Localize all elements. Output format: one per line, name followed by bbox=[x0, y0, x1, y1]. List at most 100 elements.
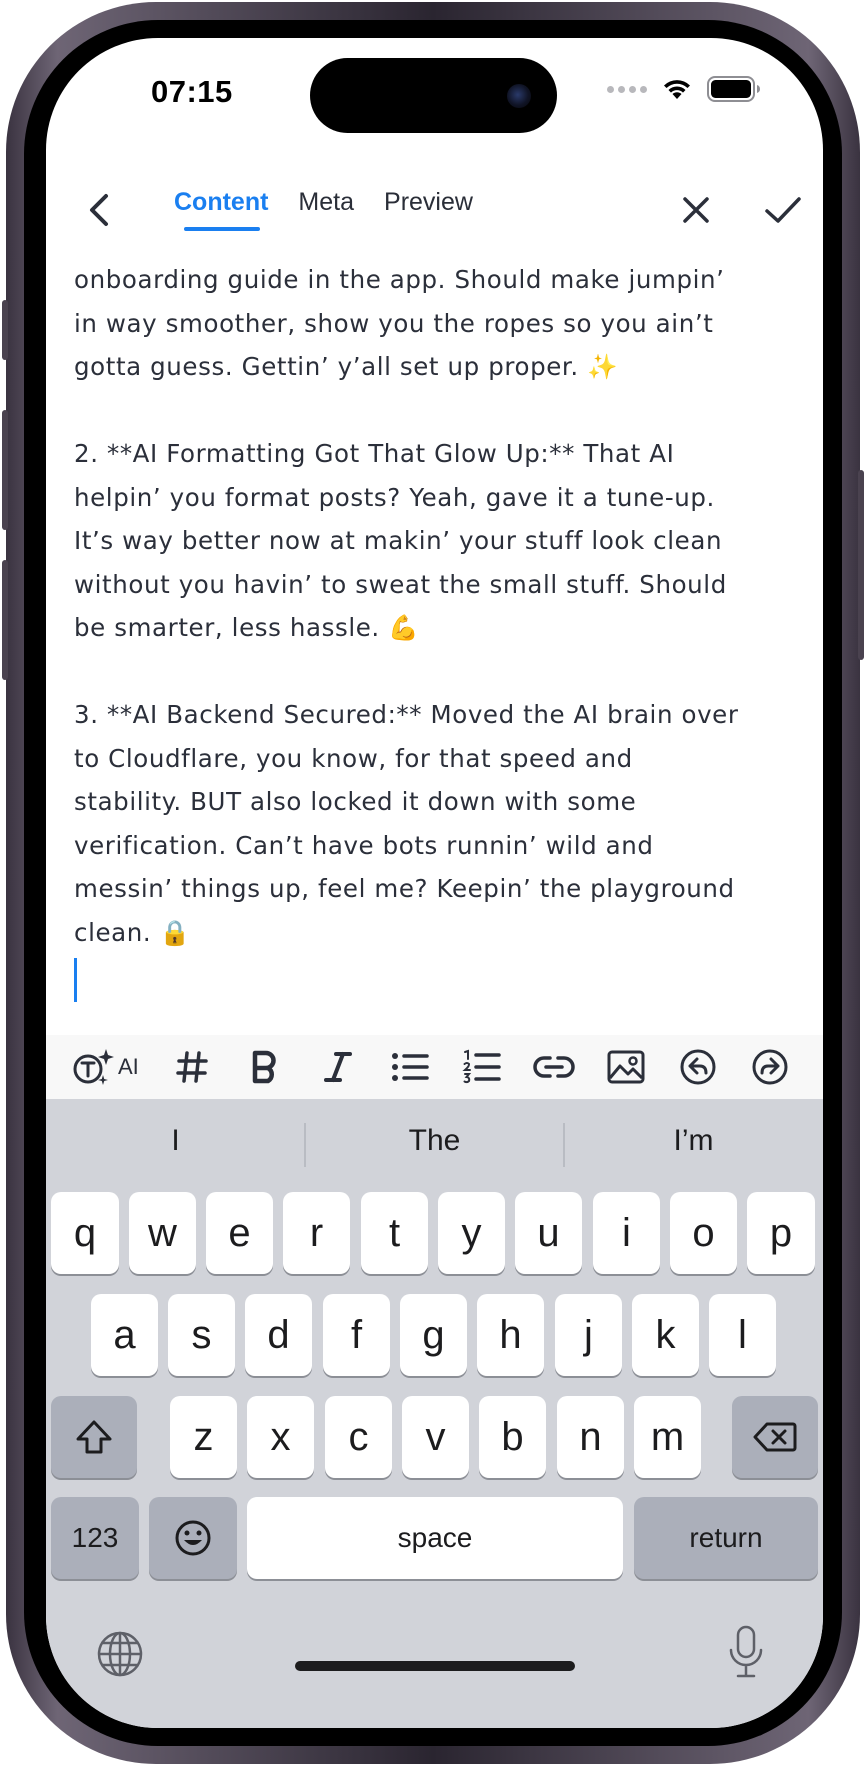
tab-meta[interactable]: Meta bbox=[298, 188, 354, 231]
return-key[interactable]: return bbox=[634, 1497, 818, 1579]
text-line: 3. **AI Backend Secured:** Moved the AI … bbox=[74, 700, 739, 729]
shift-key[interactable] bbox=[51, 1396, 137, 1478]
formatting-toolbar: AI bbox=[46, 1035, 823, 1099]
key-a[interactable]: a bbox=[91, 1294, 158, 1376]
key-t[interactable]: t bbox=[361, 1192, 428, 1274]
close-icon[interactable] bbox=[676, 190, 716, 230]
key-i[interactable]: i bbox=[593, 1192, 660, 1274]
key-e[interactable]: e bbox=[206, 1192, 273, 1274]
key-r[interactable]: r bbox=[283, 1192, 350, 1274]
link-icon bbox=[533, 1056, 575, 1078]
predictive-suggestions: I The I’m bbox=[46, 1111, 823, 1171]
shift-icon bbox=[76, 1420, 112, 1454]
numbers-key[interactable]: 123 bbox=[51, 1497, 139, 1579]
key-m[interactable]: m bbox=[634, 1396, 701, 1478]
undo-button[interactable] bbox=[676, 1047, 720, 1087]
key-d[interactable]: d bbox=[245, 1294, 312, 1376]
hashtag-icon bbox=[176, 1051, 208, 1083]
text-line: onboarding guide in the app. Should make… bbox=[74, 265, 725, 294]
key-o[interactable]: o bbox=[670, 1192, 737, 1274]
text-line: clean. 🔒 bbox=[74, 917, 191, 947]
key-c[interactable]: c bbox=[325, 1396, 392, 1478]
suggestion-3[interactable]: I’m bbox=[564, 1111, 823, 1171]
italic-button[interactable] bbox=[318, 1047, 358, 1087]
text-cursor bbox=[74, 958, 77, 1002]
key-j[interactable]: j bbox=[555, 1294, 622, 1376]
key-s[interactable]: s bbox=[168, 1294, 235, 1376]
backspace-icon bbox=[753, 1422, 797, 1452]
key-l[interactable]: l bbox=[709, 1294, 776, 1376]
emoji-key[interactable] bbox=[149, 1497, 237, 1579]
tab-content[interactable]: Content bbox=[174, 188, 268, 231]
image-icon bbox=[607, 1050, 645, 1084]
numbered-list-icon bbox=[462, 1049, 501, 1084]
redo-icon bbox=[752, 1049, 788, 1085]
image-button[interactable] bbox=[604, 1047, 648, 1087]
volume-down-button bbox=[2, 560, 8, 680]
key-n[interactable]: n bbox=[557, 1396, 624, 1478]
key-b[interactable]: b bbox=[479, 1396, 546, 1478]
dynamic-island bbox=[310, 58, 557, 133]
numbered-list-button[interactable] bbox=[460, 1047, 504, 1087]
text-line: helpin’ you format posts? Yeah, gave it … bbox=[74, 482, 715, 512]
action-button bbox=[2, 300, 8, 360]
bold-icon bbox=[252, 1050, 276, 1084]
power-button bbox=[858, 470, 864, 660]
tab-preview[interactable]: Preview bbox=[384, 188, 473, 231]
content-text-editor[interactable]: onboarding guide in the app. Should make… bbox=[74, 258, 794, 1038]
text-line: gotta guess. Gettin’ y’all set up proper… bbox=[74, 352, 619, 381]
text-line: It’s way better now at makin’ your stuff… bbox=[74, 526, 723, 555]
emoji-icon bbox=[175, 1520, 211, 1556]
key-f[interactable]: f bbox=[323, 1294, 390, 1376]
status-indicators bbox=[607, 76, 761, 102]
keyboard: I The I’m q w e r t y u i o p a s d f g … bbox=[46, 1099, 823, 1728]
space-key[interactable]: space bbox=[247, 1497, 623, 1579]
key-y[interactable]: y bbox=[438, 1192, 505, 1274]
cellular-signal-icon bbox=[607, 85, 647, 93]
bullet-list-button[interactable] bbox=[388, 1047, 432, 1087]
globe-icon[interactable] bbox=[95, 1629, 145, 1679]
text-line: stability. BUT also locked it down with … bbox=[74, 787, 637, 816]
ai-icon bbox=[73, 1049, 114, 1085]
volume-up-button bbox=[2, 410, 8, 530]
delete-key[interactable] bbox=[732, 1396, 818, 1478]
wifi-icon bbox=[664, 80, 690, 99]
checkmark-icon[interactable] bbox=[762, 190, 804, 230]
editor-header: Content Meta Preview bbox=[46, 168, 823, 248]
redo-button[interactable] bbox=[748, 1047, 792, 1087]
text-line: messin’ things up, feel me? Keepin’ the … bbox=[74, 874, 735, 903]
back-arrow-icon[interactable] bbox=[80, 190, 120, 230]
camera-icon bbox=[507, 84, 531, 108]
suggestion-2[interactable]: The bbox=[305, 1111, 564, 1171]
key-x[interactable]: x bbox=[247, 1396, 314, 1478]
home-indicator[interactable] bbox=[295, 1661, 575, 1671]
text-line: to Cloudflare, you know, for that speed … bbox=[74, 743, 633, 773]
suggestion-1[interactable]: I bbox=[46, 1111, 305, 1171]
undo-icon bbox=[680, 1049, 716, 1085]
key-h[interactable]: h bbox=[477, 1294, 544, 1376]
screen: 07:15 Content Meta Preview onboarding gu… bbox=[46, 38, 823, 1728]
key-z[interactable]: z bbox=[170, 1396, 237, 1478]
text-line: verification. Can’t have bots runnin’ wi… bbox=[74, 830, 654, 860]
link-button[interactable] bbox=[532, 1047, 576, 1087]
ai-label: AI bbox=[118, 1054, 139, 1079]
text-line: without you havin’ to sweat the small st… bbox=[74, 569, 727, 599]
key-k[interactable]: k bbox=[632, 1294, 699, 1376]
hashtag-button[interactable] bbox=[172, 1047, 212, 1087]
key-u[interactable]: u bbox=[515, 1192, 582, 1274]
status-time: 07:15 bbox=[151, 74, 233, 109]
key-w[interactable]: w bbox=[129, 1192, 196, 1274]
key-g[interactable]: g bbox=[400, 1294, 467, 1376]
italic-icon bbox=[324, 1052, 352, 1082]
key-q[interactable]: q bbox=[51, 1192, 119, 1274]
microphone-icon[interactable] bbox=[726, 1624, 766, 1680]
key-v[interactable]: v bbox=[402, 1396, 469, 1478]
ai-format-button[interactable]: AI bbox=[72, 1047, 139, 1087]
text-line: in way smoother, show you the ropes so y… bbox=[74, 308, 714, 338]
bold-button[interactable] bbox=[244, 1047, 284, 1087]
editor-tabs: Content Meta Preview bbox=[174, 188, 473, 231]
key-p[interactable]: p bbox=[747, 1192, 815, 1274]
bullet-list-icon bbox=[392, 1053, 429, 1081]
